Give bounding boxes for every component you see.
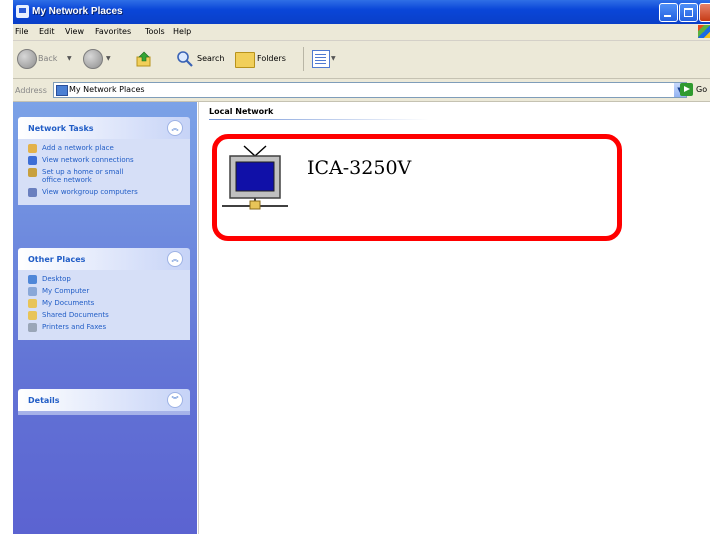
menu-view[interactable]: View	[65, 27, 84, 36]
place-label[interactable]: Desktop	[42, 275, 71, 283]
task-view-workgroup-computers[interactable]: View workgroup computers	[18, 187, 190, 199]
details-header[interactable]: Details ︾	[18, 389, 190, 411]
back-button-label[interactable]: Back	[38, 54, 57, 63]
place-my-documents[interactable]: My Documents	[18, 298, 190, 310]
toolbar-separator	[303, 47, 304, 71]
task-add-network-place[interactable]: Add a network place	[18, 143, 190, 155]
address-bar: Address My Network Places ▼ Go	[13, 79, 710, 102]
network-tasks-title: Network Tasks	[28, 124, 94, 133]
other-places-panel: Other Places ︽ Desktop My Computer My Do…	[18, 248, 190, 340]
network-camera-device-icon[interactable]	[222, 143, 288, 215]
task-pane: Network Tasks ︽ Add a network place View…	[13, 102, 197, 534]
close-button[interactable]	[699, 3, 710, 22]
place-label[interactable]: My Computer	[42, 287, 89, 295]
desktop-icon	[28, 275, 37, 284]
other-places-body: Desktop My Computer My Documents Shared …	[18, 270, 190, 340]
collapse-chevron-icon[interactable]: ︽	[167, 251, 183, 267]
home-network-icon	[28, 168, 37, 177]
minimize-button[interactable]	[659, 3, 678, 22]
shared-documents-icon	[28, 311, 37, 320]
maximize-button[interactable]	[679, 3, 698, 22]
menu-favorites[interactable]: Favorites	[95, 27, 131, 36]
task-label[interactable]: View network connections	[42, 156, 134, 164]
window-title: My Network Places	[32, 6, 123, 17]
address-value: My Network Places	[69, 85, 145, 94]
task-label[interactable]: Add a network place	[42, 144, 114, 152]
menu-bar: File Edit View Favorites Tools Help	[13, 24, 710, 41]
forward-dropdown-icon[interactable]: ▼	[106, 55, 111, 62]
place-my-computer[interactable]: My Computer	[18, 286, 190, 298]
folders-icon[interactable]	[235, 52, 255, 68]
menu-help[interactable]: Help	[173, 27, 191, 36]
views-dropdown-icon[interactable]: ▼	[331, 55, 336, 62]
views-icon[interactable]	[312, 50, 330, 68]
place-desktop[interactable]: Desktop	[18, 274, 190, 286]
details-divider	[18, 411, 190, 415]
place-printers-faxes[interactable]: Printers and Faxes	[18, 322, 190, 334]
windows-logo-icon	[698, 25, 710, 38]
other-places-title: Other Places	[28, 255, 86, 264]
other-places-header[interactable]: Other Places ︽	[18, 248, 190, 270]
back-dropdown-icon[interactable]: ▼	[67, 55, 72, 62]
go-arrow-icon[interactable]	[680, 83, 693, 96]
menu-file[interactable]: File	[15, 27, 28, 36]
task-label[interactable]: Set up a home or small	[42, 168, 123, 176]
content-pane: Local Network ICA-3250V	[198, 102, 710, 534]
network-tasks-header[interactable]: Network Tasks ︽	[18, 117, 190, 139]
expand-chevron-icon[interactable]: ︾	[167, 392, 183, 408]
collapse-chevron-icon[interactable]: ︽	[167, 120, 183, 136]
place-label[interactable]: Shared Documents	[42, 311, 109, 319]
device-label[interactable]: ICA-3250V	[307, 157, 411, 179]
network-tasks-body: Add a network place View network connect…	[18, 139, 190, 205]
folders-button-label[interactable]: Folders	[257, 54, 286, 63]
title-bar[interactable]: My Network Places	[13, 0, 710, 24]
group-title: Local Network	[209, 107, 274, 116]
go-button-label[interactable]: Go	[696, 85, 707, 94]
printer-icon	[28, 323, 37, 332]
task-view-network-connections[interactable]: View network connections	[18, 155, 190, 167]
search-icon[interactable]	[176, 50, 194, 68]
place-label[interactable]: My Documents	[42, 299, 94, 307]
group-divider	[209, 119, 429, 120]
task-label-continued[interactable]: office network	[42, 176, 92, 184]
place-shared-documents[interactable]: Shared Documents	[18, 310, 190, 322]
menu-tools[interactable]: Tools	[145, 27, 165, 36]
address-label: Address	[15, 86, 47, 95]
details-panel: Details ︾	[18, 389, 190, 415]
up-folder-icon[interactable]	[136, 51, 152, 67]
network-tasks-panel: Network Tasks ︽ Add a network place View…	[18, 117, 190, 205]
place-label[interactable]: Printers and Faxes	[42, 323, 106, 331]
my-documents-icon	[28, 299, 37, 308]
address-input[interactable]: My Network Places ▼	[53, 82, 687, 98]
task-label[interactable]: View workgroup computers	[42, 188, 138, 196]
network-connections-icon	[28, 156, 37, 165]
menu-edit[interactable]: Edit	[39, 27, 55, 36]
toolbar: Back ▼ ▼ Search Folders ▼	[13, 41, 710, 79]
network-places-icon	[56, 85, 68, 96]
add-network-place-icon	[28, 144, 37, 153]
details-title: Details	[28, 396, 60, 405]
explorer-window: My Network Places File Edit View Favorit…	[13, 0, 710, 534]
forward-arrow-icon[interactable]	[83, 49, 103, 69]
network-places-icon	[16, 5, 29, 18]
search-button-label[interactable]: Search	[197, 54, 224, 63]
task-setup-home-network[interactable]: Set up a home or small office network	[18, 167, 190, 187]
my-computer-icon	[28, 287, 37, 296]
back-arrow-icon[interactable]	[17, 49, 37, 69]
workgroup-computers-icon	[28, 188, 37, 197]
